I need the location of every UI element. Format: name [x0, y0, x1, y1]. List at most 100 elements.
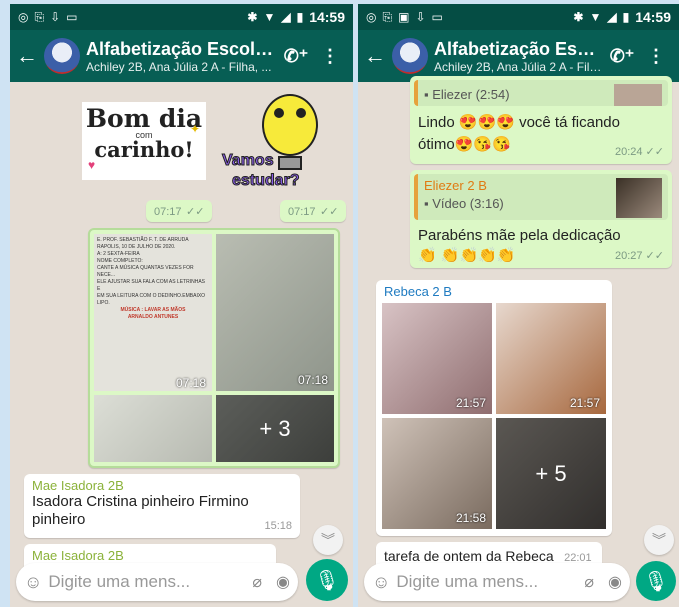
- reply-message[interactable]: Eliezer 2 B ▪ Vídeo (3:16) Parabéns mãe …: [410, 170, 672, 268]
- mic-button[interactable]: 🎙: [306, 559, 348, 601]
- chat-area[interactable]: Bom dia com carinho! ♥ ✦ 07:17 ✓✓ Vamos …: [10, 82, 353, 607]
- clock: 14:59: [309, 9, 345, 25]
- doc-text: ARNALDO ANTUNES: [127, 314, 179, 320]
- group-avatar[interactable]: [44, 38, 80, 74]
- photo-album-message[interactable]: E. PROF. SEBASTIÃO F. T. DE ARRUDA RAPOL…: [88, 228, 340, 468]
- group-name: Alfabetização Escola 2...: [86, 38, 279, 59]
- photo-time: 21:58: [455, 511, 486, 525]
- clock: 14:59: [635, 9, 671, 25]
- photo-time: 07:18: [297, 373, 328, 387]
- chat-header: ← Alfabetização Escola 2... Achiley 2B, …: [358, 30, 679, 82]
- group-members: Achiley 2B, Ana Júlia 2 A - Filha, ...: [86, 59, 272, 74]
- emoji-icon[interactable]: ☺: [24, 572, 42, 593]
- camera-icon: ◎: [18, 9, 29, 24]
- signal-icon: ◢: [607, 10, 617, 24]
- photo-time: 21:57: [455, 396, 486, 410]
- message-text: Parabéns mãe pela dedicação👏 👏👏👏👏: [418, 227, 621, 264]
- camera-icon: ◎: [366, 9, 377, 24]
- back-arrow-icon[interactable]: ←: [16, 43, 38, 69]
- group-title-area[interactable]: Alfabetização Escola 2... Achiley 2B, An…: [434, 39, 605, 74]
- doc-text: NOME COMPLETO:: [97, 258, 143, 264]
- more-options-icon[interactable]: ⋮: [313, 46, 347, 67]
- sticker-lets-study[interactable]: Vamos estudar?: [222, 88, 342, 198]
- doc-text: CANTE A MÚSICA QUANTAS VEZES FOR NECE...: [97, 265, 194, 278]
- more-photos-count: + 3: [216, 395, 334, 462]
- wifi-icon: ▼: [589, 10, 602, 24]
- photo-thumbnail[interactable]: 07:18: [216, 234, 334, 391]
- more-options-icon[interactable]: ⋮: [639, 46, 673, 67]
- message-text: tarefa de ontem da Rebeca: [384, 548, 554, 564]
- reply-message[interactable]: ▪ Eliezer (2:54) Lindo 😍😍😍 você tá fican…: [410, 76, 672, 164]
- doc-text: RAPOLIS, 10 DE JULHO DE 2020.: [97, 244, 176, 250]
- photo-thumbnail[interactable]: + 5: [496, 418, 606, 529]
- sticker-text: Vamos: [222, 152, 275, 170]
- message-time: 07:17: [154, 206, 182, 218]
- screen-icon: ▭: [66, 9, 78, 24]
- group-avatar[interactable]: [392, 38, 428, 74]
- photo-thumbnail[interactable]: 21:57: [382, 303, 492, 414]
- screen-icon: ▭: [431, 9, 443, 24]
- doc-text: EM SUA LEITURA COM O DEDINHO.EMBAIXO: [97, 293, 206, 299]
- download-icon: ⇩: [50, 9, 61, 24]
- chat-area[interactable]: ▪ Eliezer (2:54) Lindo 😍😍😍 você tá fican…: [358, 76, 679, 607]
- input-placeholder: Digite uma mens...: [48, 572, 191, 591]
- sender-name[interactable]: Mae Isadora 2B: [32, 478, 292, 493]
- app-icon: ⎘: [34, 9, 45, 24]
- quoted-message[interactable]: ▪ Eliezer (2:54): [414, 80, 668, 106]
- photo-thumbnail[interactable]: [94, 395, 212, 462]
- incoming-message[interactable]: Mae Isadora 2B Isadora Cristina pinheiro…: [24, 474, 300, 538]
- group-title-area[interactable]: Alfabetização Escola 2... Achiley 2B, An…: [86, 39, 279, 74]
- sticker-good-morning[interactable]: Bom dia com carinho! ♥ ✦: [82, 102, 206, 180]
- photo-thumbnail[interactable]: + 3: [216, 395, 334, 462]
- photo-time: 21:57: [569, 396, 600, 410]
- quoted-sender: Eliezer 2 B: [424, 178, 487, 193]
- back-arrow-icon[interactable]: ←: [364, 43, 386, 69]
- battery-icon: ▮: [622, 10, 630, 24]
- message-time: 07:17: [288, 206, 316, 218]
- photo-album-message[interactable]: Rebeca 2 B 21:57 21:57 21:58 + 5: [376, 280, 612, 536]
- sparkle-icon: ✦: [189, 122, 200, 136]
- quoted-thumbnail: [614, 84, 662, 106]
- wifi-icon: ▼: [263, 10, 276, 24]
- photo-thumbnail[interactable]: 21:58: [382, 418, 492, 529]
- sender-name[interactable]: Mae Isadora 2B: [32, 548, 268, 563]
- quoted-thumbnail: [616, 178, 662, 218]
- quoted-message[interactable]: Eliezer 2 B ▪ Vídeo (3:16): [414, 174, 668, 220]
- mic-button[interactable]: 🎙: [636, 561, 676, 601]
- app-icon: ⎘: [382, 9, 393, 24]
- sticker-text: estudar?: [232, 172, 301, 190]
- message-input[interactable]: ☺ Digite uma mens... ⌀ ◉: [16, 563, 298, 601]
- add-call-icon[interactable]: ✆⁺: [279, 46, 313, 67]
- download-icon: ⇩: [415, 9, 426, 24]
- camera-icon[interactable]: ◉: [608, 572, 622, 592]
- message-text: Lindo 😍😍😍 você tá ficando ótimo😍😘😘: [418, 114, 620, 153]
- scroll-down-icon[interactable]: ︾: [313, 525, 343, 555]
- message-input[interactable]: ☺ Digite uma mens... ⌀ ◉: [364, 563, 630, 601]
- add-call-icon[interactable]: ✆⁺: [605, 46, 639, 67]
- status-bar: ◎ ⎘ ▣ ⇩ ▭ ✱ ▼ ◢ ▮ 14:59: [358, 4, 679, 30]
- quoted-video-label: ▪ Eliezer (2:54): [424, 87, 510, 102]
- heart-icon: ♥: [88, 158, 96, 172]
- chat-header: ← Alfabetização Escola 2... Achiley 2B, …: [10, 30, 353, 82]
- read-check-icon: ✓✓: [319, 206, 339, 218]
- sender-name[interactable]: Rebeca 2 B: [380, 284, 608, 301]
- attach-icon[interactable]: ⌀: [252, 572, 262, 592]
- message-time: 20:24 ✓✓: [614, 146, 664, 158]
- doc-text: ELE AJUSTAR SUA FALA COM AS LETRINHAS E: [97, 279, 205, 292]
- scroll-down-icon[interactable]: ︾: [644, 525, 674, 555]
- quoted-video-label: ▪ Vídeo (3:16): [424, 196, 504, 211]
- doc-text: LIPO.: [97, 300, 110, 306]
- notification-icons: ◎ ⎘ ▣ ⇩ ▭: [366, 10, 443, 25]
- photo-thumbnail[interactable]: E. PROF. SEBASTIÃO F. T. DE ARRUDA RAPOL…: [94, 234, 212, 391]
- attach-icon[interactable]: ⌀: [584, 572, 594, 592]
- camera-icon[interactable]: ◉: [276, 572, 290, 592]
- photo-thumbnail[interactable]: 21:57: [496, 303, 606, 414]
- photo-time: 07:18: [175, 376, 206, 390]
- sticker-time-badge: 07:17 ✓✓: [280, 200, 347, 222]
- input-placeholder: Digite uma mens...: [396, 572, 539, 591]
- bluetooth-icon: ✱: [247, 10, 258, 24]
- battery-icon: ▮: [296, 10, 304, 24]
- message-text: Isadora Cristina pinheiro Firmino pinhei…: [32, 493, 249, 528]
- emoji-icon[interactable]: ☺: [372, 572, 390, 593]
- group-members: Achiley 2B, Ana Júlia 2 A - Filha, ...: [434, 59, 605, 74]
